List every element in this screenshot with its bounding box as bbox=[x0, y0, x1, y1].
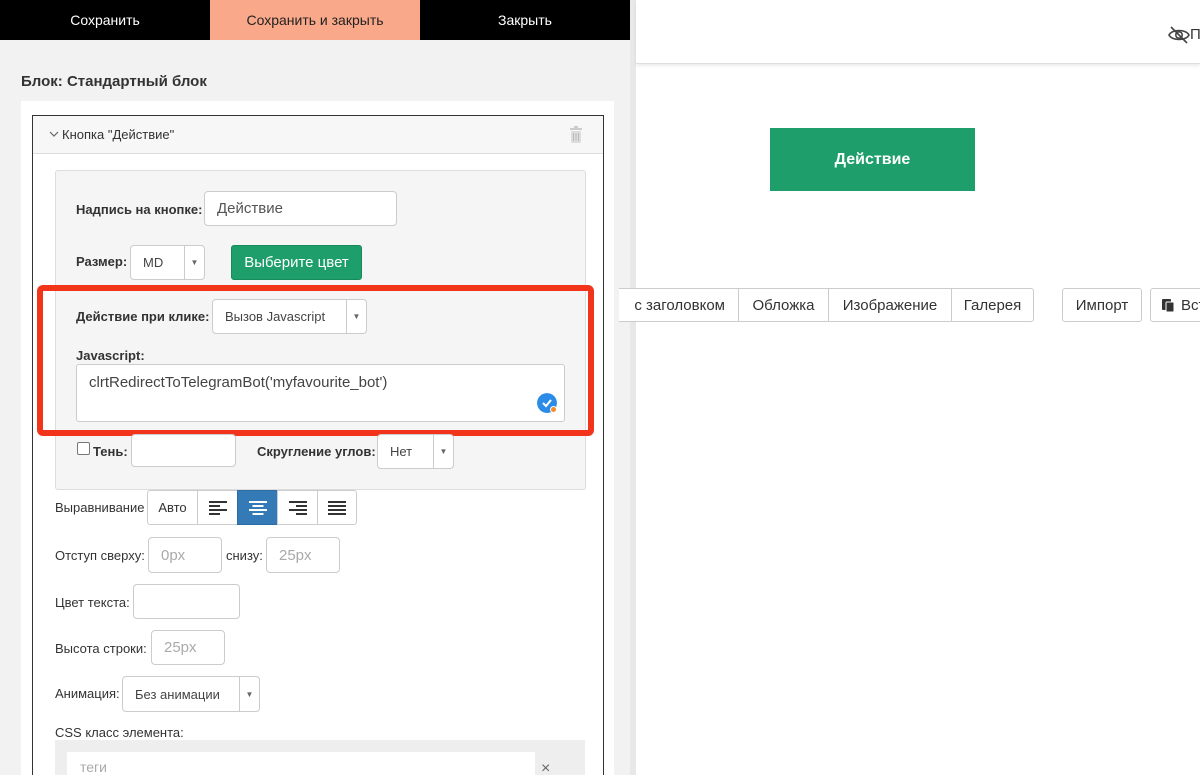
caption-input[interactable]: Действие bbox=[204, 191, 397, 226]
line-height-input[interactable]: 25px bbox=[151, 630, 225, 665]
padding-top-label: Отступ сверху: bbox=[55, 548, 145, 563]
layout-with-title-button[interactable]: с заголовком bbox=[619, 288, 739, 322]
click-action-label: Действие при клике: bbox=[76, 309, 210, 324]
click-action-select-value: Вызов Javascript bbox=[225, 309, 326, 324]
card-header[interactable]: Кнопка "Действие" bbox=[33, 116, 603, 154]
corner-radius-select[interactable]: Нет ▼ bbox=[377, 434, 454, 469]
javascript-textarea[interactable]: clrtRedirectToTelegramBot('myfavourite_b… bbox=[76, 364, 565, 422]
shadow-checkbox[interactable] bbox=[77, 442, 90, 455]
align-right-icon bbox=[288, 500, 307, 515]
align-center-icon bbox=[248, 500, 267, 515]
block-title: Блок: Стандартный блок bbox=[21, 73, 207, 90]
preview-header bbox=[636, 0, 1200, 64]
size-select-value: MD bbox=[143, 255, 164, 270]
layout-image-button[interactable]: Изображение bbox=[828, 288, 952, 322]
panel-divider bbox=[630, 0, 636, 775]
align-left-icon bbox=[208, 500, 227, 515]
size-label: Размер: bbox=[76, 254, 128, 269]
layout-gallery-button[interactable]: Галерея bbox=[951, 288, 1034, 322]
status-dot bbox=[550, 406, 557, 413]
align-auto-button[interactable]: Авто bbox=[147, 490, 198, 525]
save-and-close-button[interactable]: Сохранить и закрыть bbox=[210, 0, 420, 40]
align-left-button[interactable] bbox=[197, 490, 238, 525]
corner-radius-label: Скругление углов: bbox=[257, 444, 376, 459]
animation-select-value: Без анимации bbox=[135, 686, 220, 702]
alignment-group: Авто bbox=[147, 490, 357, 525]
eye-off-icon[interactable] bbox=[1168, 26, 1190, 44]
preview-action-button[interactable]: Действие bbox=[770, 128, 975, 191]
clear-tags-icon[interactable]: × bbox=[541, 760, 550, 775]
caret-down-icon: ▼ bbox=[346, 300, 366, 333]
text-color-input[interactable] bbox=[133, 584, 240, 619]
corner-radius-select-value: Нет bbox=[390, 444, 413, 459]
align-justify-icon bbox=[328, 500, 346, 515]
preview-toggle-label[interactable]: П bbox=[1190, 26, 1200, 43]
save-button[interactable]: Сохранить bbox=[0, 0, 210, 40]
caret-down-icon: ▼ bbox=[239, 677, 259, 711]
choose-color-button[interactable]: Выберите цвет bbox=[231, 245, 362, 280]
css-class-label: CSS класс элемента: bbox=[55, 725, 184, 740]
trash-icon[interactable] bbox=[569, 126, 583, 144]
layout-cover-button[interactable]: Обложка bbox=[738, 288, 829, 322]
animation-label: Анимация: bbox=[55, 686, 120, 701]
click-action-select[interactable]: Вызов Javascript ▼ bbox=[212, 299, 367, 334]
align-right-button[interactable] bbox=[277, 490, 318, 525]
javascript-label: Javascript: bbox=[76, 348, 145, 363]
import-button[interactable]: Импорт bbox=[1062, 288, 1142, 322]
text-color-label: Цвет текста: bbox=[55, 595, 130, 610]
layout-buttons-group: с заголовком Обложка Изображение Галерея bbox=[619, 288, 1034, 322]
shadow-input[interactable] bbox=[131, 434, 236, 467]
insert-button-label: Вст bbox=[1181, 296, 1200, 314]
line-height-label: Высота строки: bbox=[55, 641, 147, 656]
padding-top-input[interactable]: 0px bbox=[148, 537, 222, 573]
align-justify-button[interactable] bbox=[317, 490, 357, 525]
insert-button[interactable]: Вст bbox=[1150, 288, 1200, 322]
chevron-down-icon[interactable] bbox=[49, 129, 59, 139]
close-button[interactable]: Закрыть bbox=[420, 0, 630, 40]
card-title: Кнопка "Действие" bbox=[62, 127, 175, 142]
editor-toolbar: Сохранить Сохранить и закрыть Закрыть bbox=[0, 0, 630, 40]
align-center-button[interactable] bbox=[237, 490, 278, 525]
shadow-label: Тень: bbox=[93, 444, 128, 459]
animation-select[interactable]: Без анимации ▼ bbox=[122, 676, 260, 712]
caption-label: Надпись на кнопке: bbox=[76, 202, 203, 217]
css-class-tags-input[interactable]: теги bbox=[67, 752, 535, 775]
caret-down-icon: ▼ bbox=[184, 246, 204, 279]
caret-down-icon: ▼ bbox=[433, 435, 453, 468]
size-select[interactable]: MD ▼ bbox=[130, 245, 205, 280]
padding-bottom-input[interactable]: 25px bbox=[266, 537, 340, 573]
paste-icon bbox=[1162, 299, 1175, 313]
alignment-label: Выравнивание bbox=[55, 500, 145, 515]
padding-bottom-label: снизу: bbox=[226, 548, 263, 563]
